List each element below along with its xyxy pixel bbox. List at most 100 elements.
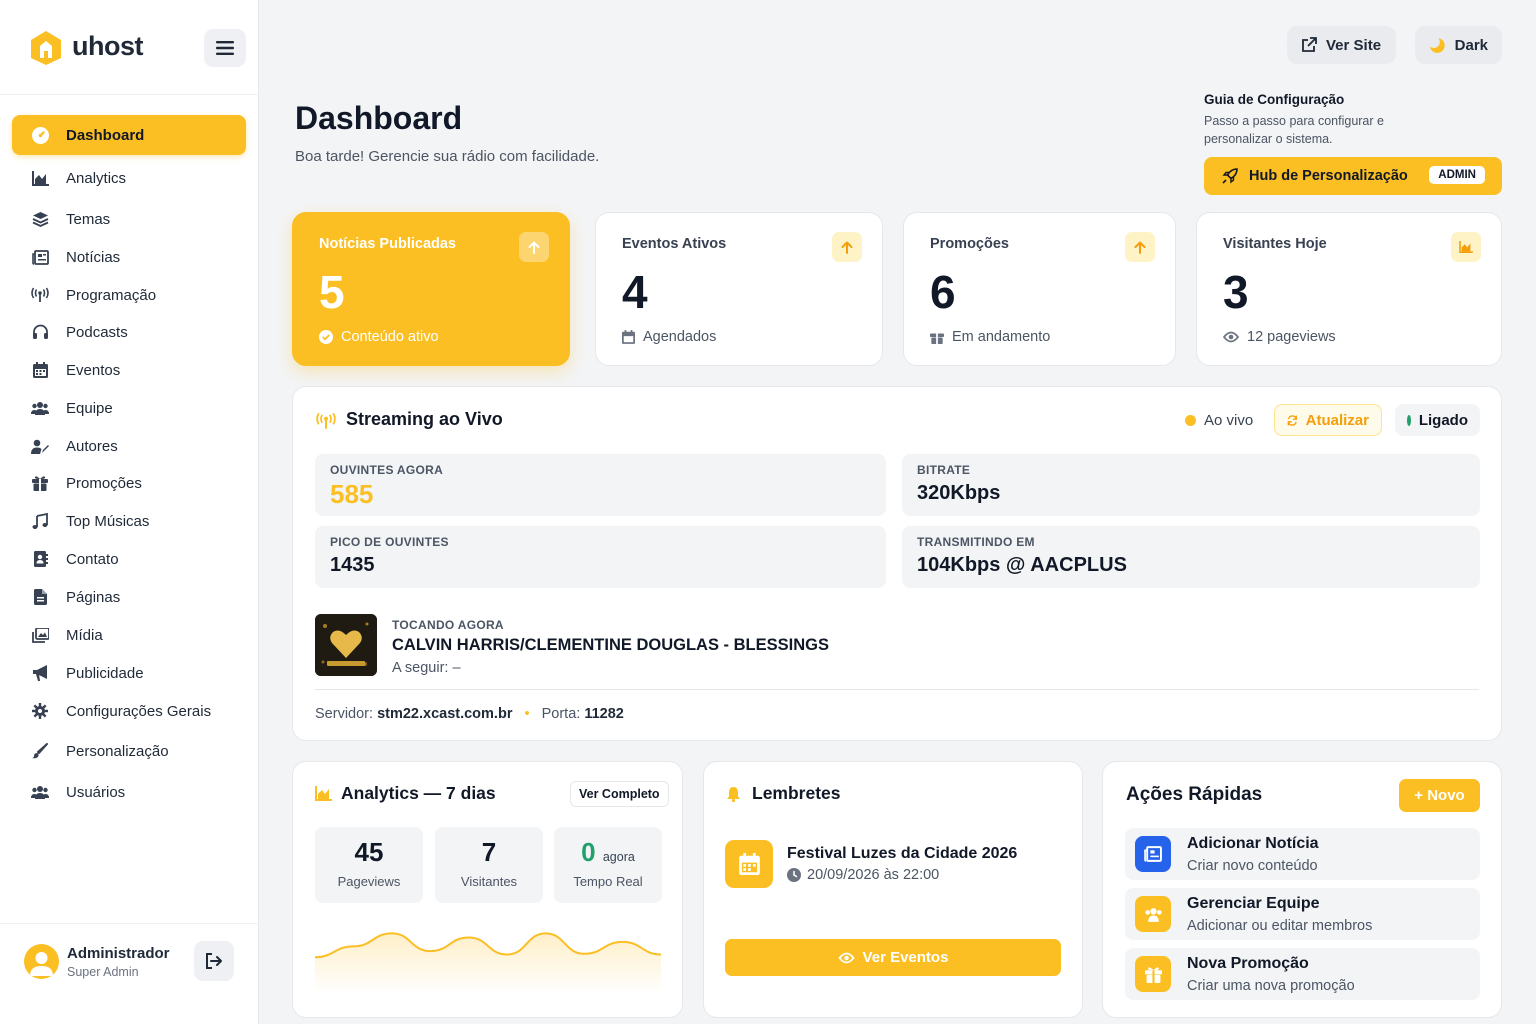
- view-events-label: Ver Eventos: [862, 949, 949, 966]
- sidebar-item-equipe[interactable]: Equipe: [12, 388, 246, 428]
- now-playing-song: CALVIN HARRIS/CLEMENTINE DOUGLAS - BLESS…: [392, 636, 829, 654]
- sidebar-item-publicidade[interactable]: Publicidade: [12, 653, 246, 693]
- hub-button-label: Hub de Personalização: [1249, 168, 1408, 184]
- gift-icon: [31, 474, 49, 492]
- guide-description: Passo a passo para configurar e personal…: [1204, 114, 1384, 146]
- arrow-up-icon: [832, 232, 862, 262]
- sidebar-item-paginas[interactable]: Páginas: [12, 577, 246, 617]
- stat-title: Eventos Ativos: [622, 236, 727, 252]
- view-full-label: Ver Completo: [579, 787, 660, 801]
- user-panel: Administrador Super Admin: [0, 923, 258, 1024]
- event-date: 20/09/2026 às 22:00: [807, 867, 940, 883]
- gauge-icon: [31, 126, 49, 144]
- realtime-label: Tempo Real: [573, 874, 643, 889]
- gear-icon: [31, 702, 49, 720]
- server-info: Servidor: stm22.xcast.com.br • Porta: 11…: [315, 706, 624, 722]
- realtime-stat: 0 agora Tempo Real: [554, 827, 662, 903]
- admin-badge: ADMIN: [1429, 166, 1485, 184]
- menu-toggle-button[interactable]: [204, 29, 246, 67]
- live-indicator: Ao vivo: [1173, 404, 1265, 436]
- calendar-icon: [31, 361, 49, 379]
- event-calendar-badge: [725, 840, 773, 888]
- metric-value: 104Kbps @ AACPLUS: [917, 554, 1127, 576]
- stat-footer: Conteúdo ativo: [319, 329, 439, 345]
- sidebar-item-programacao[interactable]: Programação: [12, 275, 246, 315]
- page-subtitle: Boa tarde! Gerencie sua rádio com facili…: [295, 148, 600, 165]
- refresh-button[interactable]: Atualizar: [1274, 404, 1382, 436]
- sidebar-item-label: Configurações Gerais: [66, 702, 212, 720]
- analytics-sparkline: [315, 932, 661, 994]
- bell-icon: [727, 787, 740, 802]
- sidebar-item-noticias[interactable]: Notícias: [12, 237, 246, 277]
- user-pen-icon: [31, 437, 49, 455]
- peak-listeners-metric: PICO DE OUVINTES 1435: [315, 526, 886, 588]
- logout-button[interactable]: [194, 941, 234, 981]
- listeners-metric: OUVINTES AGORA 585: [315, 454, 886, 516]
- metric-label: OUVINTES AGORA: [330, 463, 444, 477]
- view-full-analytics-button[interactable]: Ver Completo: [570, 781, 669, 807]
- brush-icon: [31, 742, 49, 760]
- sidebar-item-personalizacao[interactable]: Personalização: [12, 731, 246, 771]
- sidebar-item-temas[interactable]: Temas: [12, 199, 246, 239]
- file-icon: [31, 588, 49, 606]
- quick-actions-title: Ações Rápidas: [1126, 784, 1263, 805]
- avatar[interactable]: [24, 944, 59, 979]
- quick-action-new-promotion[interactable]: Nova Promoção Criar uma nova promoção: [1125, 948, 1480, 1000]
- users-cog-icon: [31, 783, 49, 801]
- stat-card-promotions[interactable]: Promoções 6 Em andamento: [903, 212, 1176, 366]
- stat-card-visitors[interactable]: Visitantes Hoje 3 12 pageviews: [1196, 212, 1502, 366]
- broadcast-tower-icon: [316, 412, 336, 429]
- sidebar-item-configuracoes-gerais[interactable]: Configurações Gerais: [12, 691, 246, 731]
- sidebar-item-podcasts[interactable]: Podcasts: [12, 312, 246, 352]
- sidebar-item-eventos[interactable]: Eventos: [12, 350, 246, 390]
- quick-action-add-news[interactable]: Adicionar Notícia Criar novo conteúdo: [1125, 828, 1480, 880]
- personalization-hub-button[interactable]: Hub de Personalização ADMIN: [1204, 157, 1502, 195]
- transmitting-metric: TRANSMITINDO EM 104Kbps @ AACPLUS: [902, 526, 1480, 588]
- stat-card-news[interactable]: Notícias Publicadas 5 Conteúdo ativo: [292, 212, 570, 366]
- quick-action-title: Adicionar Notícia: [1187, 835, 1319, 852]
- dark-label: Dark: [1454, 36, 1488, 54]
- refresh-icon: [1287, 414, 1297, 426]
- logout-icon: [206, 953, 222, 969]
- metric-value: 320Kbps: [917, 482, 1001, 504]
- calendar-icon: [622, 330, 635, 344]
- sidebar-item-promocoes[interactable]: Promoções: [12, 463, 246, 503]
- view-events-button[interactable]: Ver Eventos: [725, 939, 1061, 976]
- dark-mode-toggle[interactable]: Dark: [1415, 26, 1502, 64]
- sidebar-item-midia[interactable]: Mídia: [12, 615, 246, 655]
- brand-name: uhost: [72, 31, 144, 61]
- clock-icon: [787, 868, 801, 882]
- metric-label: PICO DE OUVINTES: [330, 535, 449, 549]
- brand: uhost: [0, 0, 258, 95]
- sidebar-item-label: Mídia: [66, 626, 103, 644]
- live-dot: [1185, 414, 1196, 426]
- sidebar-item-label: Autores: [66, 437, 118, 455]
- quick-action-desc: Adicionar ou editar membros: [1187, 918, 1373, 934]
- sidebar-item-contato[interactable]: Contato: [12, 539, 246, 579]
- stat-title: Visitantes Hoje: [1223, 236, 1327, 252]
- sidebar-item-label: Notícias: [66, 248, 121, 266]
- event-title[interactable]: Festival Luzes da Cidade 2026: [787, 845, 1017, 863]
- status-label: Ligado: [1418, 411, 1468, 429]
- eye-icon: [1223, 331, 1239, 343]
- rocket-icon: [1222, 168, 1238, 184]
- sidebar-item-label: Publicidade: [66, 664, 144, 682]
- sidebar-item-label: Analytics: [66, 169, 127, 187]
- sidebar-item-label: Páginas: [66, 588, 121, 606]
- live-label: Ao vivo: [1204, 411, 1254, 429]
- new-action-button[interactable]: + Novo: [1399, 779, 1480, 812]
- sidebar-item-usuarios[interactable]: Usuários: [12, 772, 246, 812]
- stat-card-events[interactable]: Eventos Ativos 4 Agendados: [595, 212, 883, 366]
- realtime-value-row: 0 agora: [554, 837, 662, 868]
- port-value: 11282: [584, 706, 624, 722]
- view-site-button[interactable]: Ver Site: [1287, 26, 1396, 64]
- sidebar-item-top-musicas[interactable]: Top Músicas: [12, 501, 246, 541]
- hamburger-icon: [216, 41, 234, 55]
- sidebar-item-autores[interactable]: Autores: [12, 426, 246, 466]
- quick-action-manage-team[interactable]: Gerenciar Equipe Adicionar ou editar mem…: [1125, 888, 1480, 940]
- sidebar-item-dashboard[interactable]: Dashboard: [12, 115, 246, 155]
- images-icon: [31, 626, 49, 644]
- visitors-label: Visitantes: [460, 874, 518, 889]
- user-role: Super Admin: [67, 965, 139, 979]
- sidebar-item-analytics[interactable]: Analytics: [12, 158, 246, 198]
